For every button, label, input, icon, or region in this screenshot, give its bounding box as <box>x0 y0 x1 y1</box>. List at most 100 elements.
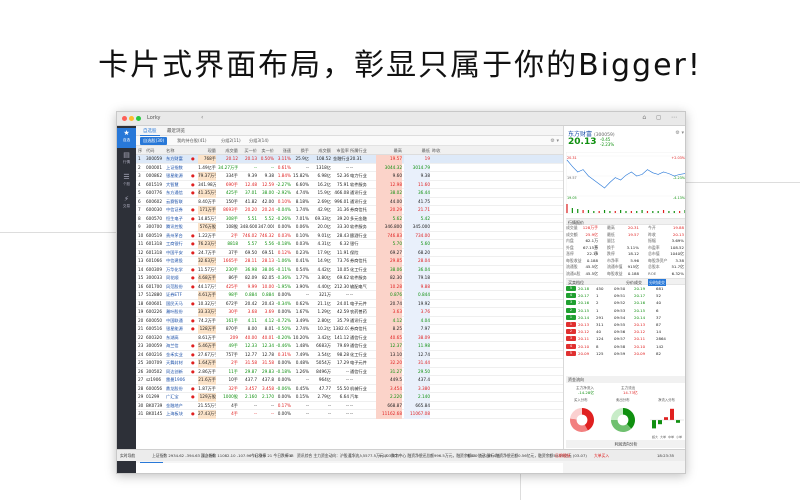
column-header[interactable]: 最高 <box>376 146 402 155</box>
tab-group-2[interactable]: 分组2(11) <box>218 137 244 145</box>
table-row[interactable]: 13601066 中信建投 32.63万手 1665手 28.11 28.13-1.06%… <box>136 257 563 266</box>
table-row[interactable]: 24600216 金禾实业 ●27.67万手 757手 12.77 12.780.31% 7… <box>136 350 563 359</box>
table-row[interactable]: 27 sz1906 雷曼1906 21.6万手 10手 437.7 437.8 0.00% --… <box>136 376 563 385</box>
column-header[interactable]: 成交量 <box>218 146 238 155</box>
table-row[interactable]: 26 300502 同达创新 ● 2.86万手 11手 29.87 29.83 -0.18% 1.… <box>136 367 563 376</box>
table-cell: 601318 <box>146 249 162 255</box>
window-toolbar-icons[interactable]: ⌂ ◻ ⋯ <box>642 114 681 121</box>
table-row[interactable]: 7 600030 中信证券 ● 171万手 8693手 20.20 20.24 -0.04% 1.… <box>136 206 563 215</box>
table-row[interactable]: 4 601519 大智慧 ●341.98万手 690手 12.48 12.59-2.27% 6… <box>136 180 563 189</box>
tab-watchlist[interactable]: 自选股 <box>140 127 160 136</box>
intraday-chart[interactable]: 20.31 19.57 19.05 +2.03% -2.23% -4.13% <box>566 152 686 214</box>
column-header[interactable]: 代码 <box>146 146 165 155</box>
settings-icon[interactable]: ⚙ ▾ <box>675 130 684 136</box>
tab-recent[interactable]: 最近浏览 <box>164 127 188 136</box>
table-row[interactable]: 6 600602 云赛智联 8.40万手 150手 41.82 42.00 0.10% 8.18… <box>136 197 563 206</box>
table-row[interactable]: 31BK0145上海板块●27.43万手4手----0.00%--------1… <box>136 410 563 419</box>
sidebar-item-market[interactable]: ▤ 行情 <box>117 150 136 170</box>
table-cell: 34.27万手 <box>218 164 238 170</box>
table-row[interactable]: 17 512880 证券ETF 4.61万手 98手 0.884 0.884 0.00% -- 3… <box>136 291 563 300</box>
table-cell: ● <box>191 181 195 187</box>
table-row[interactable]: 25 300709 天舞封材 ● 1.64万手 2手 31.58 31.58 0.00% 0.48… <box>136 359 563 368</box>
table-cell: 19.57 <box>376 155 402 164</box>
table-cell: 8.61万手 <box>198 334 216 340</box>
table-row[interactable]: 14600309万华化学●11.57万手230手36.9838.06-0.11%… <box>136 265 563 274</box>
table-cell: 01299 <box>146 394 160 399</box>
table-cell: 0.17% <box>277 402 291 408</box>
table-row[interactable]: 18600601 国民天马 ●10.32万手 672手 20.42 20.43-0.34%… <box>136 299 563 308</box>
table-row[interactable]: 19600226 瀚叶股份 33.33万手 30手 3.68 3.690.00% 1.67%… <box>136 308 563 317</box>
price-point <box>572 166 573 167</box>
table-row[interactable]: 20 600050 中国联通 ● 74.2万手 161手 4.11 4.12 -0.72% 3.4… <box>136 316 563 325</box>
table-cell: ● <box>191 317 195 323</box>
sidebar-item-label: 自选 <box>122 138 131 142</box>
percent-tick-label: -4.13% <box>673 196 686 200</box>
table-row[interactable]: 12 601318 中国平安 ● 24.7万手 37手 69.50 69.51 0.12% 0.2… <box>136 248 563 257</box>
table-cell: 20.29 <box>376 206 402 215</box>
table-row[interactable]: 16601700 风范股份 ●44.17万手 425手 9.99 10.00-1.95% 3… <box>136 282 563 291</box>
table-row[interactable]: 23 300059 海兰信 ● 5.46万手 49手 12.33 12.34 -0.46% 1.4… <box>136 342 563 351</box>
sidebar-item-watchlist[interactable]: ★ 自选 <box>117 128 136 148</box>
table-cell: 600601 <box>146 300 162 306</box>
table-cell: 2.220 <box>376 393 402 402</box>
price-point <box>647 169 648 170</box>
order-book-cell: 2864 <box>656 336 666 342</box>
column-header[interactable]: 现量 <box>198 146 216 155</box>
quote-price: 20.13 <box>568 137 597 147</box>
table-row[interactable]: 29 01299 广汇宝 ● 129万股 1000股 2.160 2.170 0.00% 0.15… <box>136 393 563 402</box>
back-arrow-icon[interactable]: ‹ <box>201 114 203 121</box>
table-row[interactable]: 30BK0739金融地产21.55万手4手----0.17%--------66… <box>136 401 563 410</box>
column-header[interactable]: 序 <box>138 146 145 155</box>
order-level-badge: 2 <box>566 329 576 335</box>
column-header[interactable]: 成交额 <box>311 146 331 155</box>
table-row[interactable]: 21 600516 银星能源 ● 128万手 870手 8.00 8.01 -0.50% 2.74… <box>136 325 563 334</box>
tab-group-watchlist[interactable]: 自选股(30) <box>140 137 168 145</box>
table-cell: ● <box>191 368 195 374</box>
column-header[interactable]: 换手 <box>292 146 309 155</box>
table-row[interactable]: 2 000001 上证指数 1.49亿手 34.27万手 -- -- 0.61% -- 1318亿… <box>136 163 563 172</box>
column-header[interactable]: 卖一价 <box>258 146 274 155</box>
table-cell: 输配电气 <box>350 283 367 289</box>
column-header[interactable]: 所属行业 <box>350 146 374 155</box>
close-window-button[interactable] <box>122 116 127 121</box>
sidebar-item-stock[interactable]: ☰ 个股 <box>117 172 136 192</box>
table-cell: 0.876 <box>376 291 402 300</box>
table-cell: 东方通信 <box>166 190 183 195</box>
column-header[interactable]: 名称 <box>166 146 190 155</box>
column-header[interactable] <box>191 146 197 155</box>
table-cell: 3.54亿 <box>317 351 331 357</box>
column-header[interactable]: 涨速 <box>275 146 291 155</box>
table-row[interactable]: 10 600519 贵州茅台 ● 1.22万手 2手 746.02 746.32 0.03% 0.… <box>136 231 563 240</box>
table-cell: 600050 <box>146 317 162 323</box>
sidebar-item-trade[interactable]: ⚡ 交易 <box>117 194 136 214</box>
tab-group-holdings[interactable]: 我的持仓股(41) <box>174 137 210 145</box>
table-cell: 75.91 <box>337 181 349 187</box>
table-row[interactable]: 11601318 工商银行 ●76.23万手 8818 5.57 5.56-0.18% 0.… <box>136 240 563 249</box>
table-cell: 996.01 <box>334 198 349 204</box>
table-row[interactable]: 8 600570 恒生电子 ●14.85万手 308手 5.51 5.52-0.26% 7.0… <box>136 214 563 223</box>
table-cell: 2.69亿 <box>317 198 331 204</box>
column-header[interactable]: 昨收 <box>432 146 458 155</box>
table-row[interactable]: 3000862银星能源●79.37万手334手9.399.381.84%15.8… <box>136 172 563 181</box>
tab-group-3[interactable]: 分组3(14) <box>246 137 272 145</box>
minimize-window-button[interactable] <box>129 116 134 121</box>
table-row[interactable]: 22 600320 东湖高 8.61万手 209 40.00 40.01 -0.20% 10.2… <box>136 333 563 342</box>
flow-title: 资金流向 <box>568 376 584 382</box>
zoom-window-button[interactable] <box>136 116 141 121</box>
table-row[interactable]: 9 300700 腾讯控股 576万股 108股 348.600 347.000 0.00% 0… <box>136 223 563 232</box>
price-point <box>631 171 632 173</box>
table-cell: 601066 <box>146 258 162 263</box>
column-header[interactable]: 市盈率 <box>333 146 349 155</box>
table-cell: 12.59 <box>262 181 274 187</box>
column-header[interactable]: 最低 <box>404 146 430 155</box>
table-cell: 17.29 <box>337 360 349 365</box>
column-header[interactable]: 买一价 <box>240 146 257 155</box>
table-cell: -0.34% <box>276 300 291 306</box>
table-row[interactable]: 15 300033 同花顺 ● 4.68万手 86手 82.09 82.05 -0.36% 1.7… <box>136 274 563 283</box>
table-cell: 12.77 <box>245 351 257 357</box>
table-row[interactable]: 1 300059 东方财富 ● 768手 20.12 20.13 0.50% 3.11% 25.9… <box>136 155 563 164</box>
table-row[interactable]: 5 600776 东方通信 ●41.35万手 425手 37.01 38.00-2.92% 4… <box>136 189 563 198</box>
table-row[interactable]: 28 600056 鼎龙股份 ● 1.87万手 32手 3.457 3.458 -0.06% 0.… <box>136 384 563 393</box>
gear-icon[interactable]: ⚙ ▾ <box>550 136 559 146</box>
table-cell: 171万手 <box>198 206 216 215</box>
